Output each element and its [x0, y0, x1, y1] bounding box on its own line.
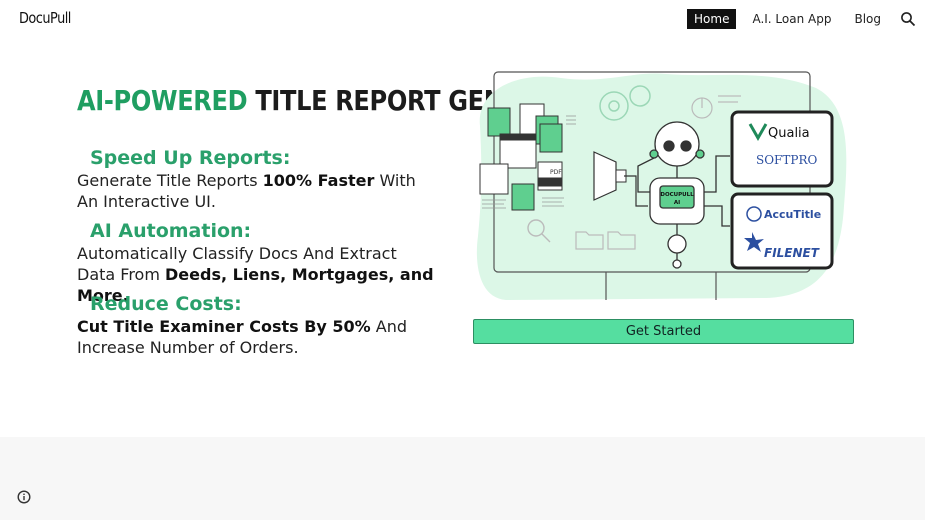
robot-label-line1: DOCUPULL [660, 192, 694, 198]
partner-panel-top [730, 110, 834, 188]
feature-text-bold: 100% Faster [262, 171, 375, 190]
robot-label-line2: AI [674, 200, 680, 206]
feature-text: Generate Title Reports 100% Faster With … [77, 170, 437, 212]
nav-item-loan-app[interactable]: A.I. Loan App [745, 9, 838, 29]
hero-title-accent: AI-POWERED [77, 84, 248, 117]
page-footer [0, 437, 925, 520]
feature-heading: Reduce Costs: [90, 293, 242, 315]
nav-item-blog[interactable]: Blog [847, 9, 888, 29]
search-icon[interactable] [900, 11, 916, 27]
info-icon[interactable] [17, 490, 31, 504]
partner-softpro: SOFTPRO [756, 153, 817, 167]
feature-text-bold: Cut Title Examiner Costs By 50% [77, 317, 371, 336]
feature-costs: Reduce Costs: Cut Title Examiner Costs B… [77, 292, 437, 358]
feature-heading: Speed Up Reports: [90, 147, 291, 169]
feature-speed: Speed Up Reports: Generate Title Reports… [77, 146, 437, 212]
main-nav: Home A.I. Loan App Blog [687, 9, 925, 29]
feature-text: Cut Title Examiner Costs By 50% And Incr… [77, 316, 437, 358]
site-header: DocuPull Home A.I. Loan App Blog [0, 0, 925, 38]
feature-heading: AI Automation: [90, 220, 252, 242]
partner-filenet: FILENET [764, 246, 820, 260]
get-started-button[interactable]: Get Started [473, 319, 854, 344]
nav-item-home[interactable]: Home [687, 9, 737, 29]
partner-qualia: Qualia [768, 126, 810, 141]
partner-accutitle: AccuTitle [764, 208, 821, 221]
feature-text-pre: Generate Title Reports [77, 171, 263, 190]
pdf-tag: PDF [550, 169, 562, 176]
site-logo[interactable]: DocuPull [19, 9, 71, 27]
hero-illustration: PDF DOCUPULL AI Qualia SOFTPRO AccuTitle… [476, 71, 847, 300]
